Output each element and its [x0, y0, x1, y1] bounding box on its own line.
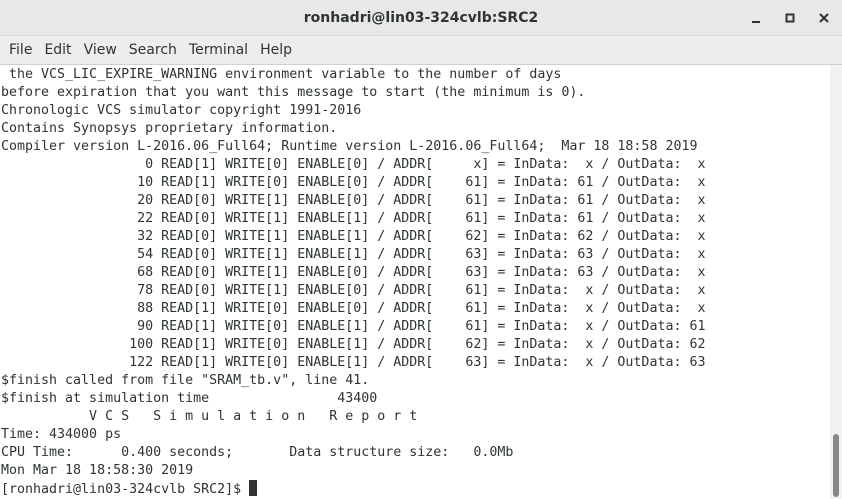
output-line: the VCS_LIC_EXPIRE_WARNING environment v…: [1, 67, 562, 82]
output-line: Time: 434000 ps: [1, 427, 122, 442]
menu-search[interactable]: Search: [123, 36, 183, 64]
output-line: 54 READ[0] WRITE[1] ENABLE[1] / ADDR[ 63…: [1, 247, 706, 262]
maximize-button[interactable]: [778, 6, 802, 30]
title-bar[interactable]: ronhadri@lin03-324cvlb:SRC2: [0, 0, 842, 36]
output-line: 20 READ[0] WRITE[1] ENABLE[0] / ADDR[ 61…: [1, 193, 706, 208]
text-cursor: [249, 480, 258, 496]
output-line: 22 READ[0] WRITE[1] ENABLE[1] / ADDR[ 61…: [1, 211, 706, 226]
output-line: Contains Synopsys proprietary informatio…: [1, 121, 338, 136]
output-line: 100 READ[1] WRITE[0] ENABLE[1] / ADDR[ 6…: [1, 337, 706, 352]
output-line: 90 READ[1] WRITE[0] ENABLE[1] / ADDR[ 61…: [1, 319, 706, 334]
menu-terminal[interactable]: Terminal: [183, 36, 254, 64]
output-line: 68 READ[0] WRITE[1] ENABLE[0] / ADDR[ 63…: [1, 265, 706, 280]
output-line: Chronologic VCS simulator copyright 1991…: [1, 103, 362, 118]
output-line: $finish called from file "SRAM_tb.v", li…: [1, 373, 370, 388]
output-line: Compiler version L-2016.06_Full64; Runti…: [1, 139, 698, 154]
output-line: 122 READ[1] WRITE[0] ENABLE[1] / ADDR[ 6…: [1, 355, 706, 370]
shell-prompt: [ronhadri@lin03-324cvlb SRC2]$: [1, 482, 250, 497]
menu-view[interactable]: View: [78, 36, 123, 64]
prompt-line[interactable]: [ronhadri@lin03-324cvlb SRC2]$: [1, 480, 258, 498]
output-line: Mon Mar 18 18:58:30 2019: [1, 463, 194, 478]
scrollbar[interactable]: [830, 65, 842, 499]
output-line: V C S S i m u l a t i o n R e p o r t: [1, 409, 418, 424]
output-line: CPU Time: 0.400 seconds; Data structure …: [1, 445, 514, 460]
output-line: 78 READ[0] WRITE[1] ENABLE[0] / ADDR[ 61…: [1, 283, 706, 298]
output-line: $finish at simulation time 43400: [1, 391, 378, 406]
output-line: 0 READ[1] WRITE[0] ENABLE[0] / ADDR[ x] …: [1, 157, 706, 172]
close-icon: [819, 13, 829, 23]
output-line: 10 READ[1] WRITE[0] ENABLE[0] / ADDR[ 61…: [1, 175, 706, 190]
output-line: 88 READ[1] WRITE[0] ENABLE[0] / ADDR[ 61…: [1, 301, 706, 316]
minimize-button[interactable]: [744, 6, 768, 30]
menu-file[interactable]: File: [3, 36, 38, 64]
terminal-window: ronhadri@lin03-324cvlb:SRC2 File Edit Vi…: [0, 0, 842, 499]
terminal-output[interactable]: the VCS_LIC_EXPIRE_WARNING environment v…: [0, 65, 830, 499]
output-line: 32 READ[0] WRITE[1] ENABLE[1] / ADDR[ 62…: [1, 229, 706, 244]
output-line: before expiration that you want this mes…: [1, 85, 586, 100]
menu-edit[interactable]: Edit: [38, 36, 77, 64]
scrollbar-thumb[interactable]: [833, 434, 839, 497]
close-button[interactable]: [812, 6, 836, 30]
window-title: ronhadri@lin03-324cvlb:SRC2: [303, 10, 539, 26]
minimize-icon: [752, 21, 760, 23]
menu-bar: File Edit View Search Terminal Help: [0, 36, 842, 65]
menu-help[interactable]: Help: [254, 36, 298, 64]
maximize-icon: [785, 13, 795, 23]
